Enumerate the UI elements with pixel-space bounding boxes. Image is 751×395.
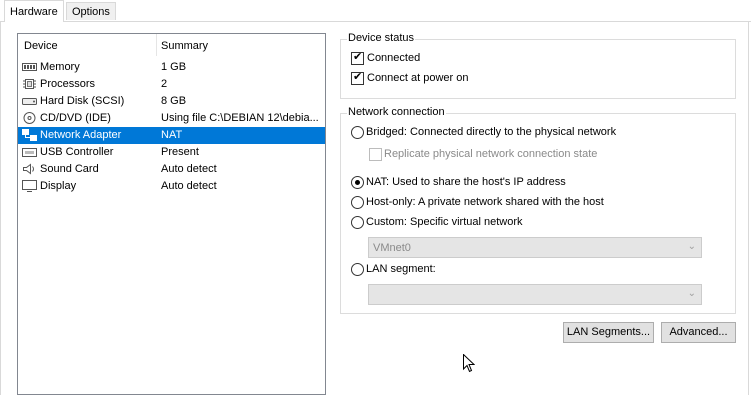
- lan-segment-radio[interactable]: [351, 263, 364, 276]
- hard-disk-icon: [22, 98, 37, 105]
- device-list[interactable]: Device Summary Memory 1 GB Processors 2 …: [17, 33, 326, 395]
- device-status-group: Device status: [340, 32, 736, 99]
- connect-at-power-on-checkbox[interactable]: ✔: [351, 71, 364, 85]
- device-name: Display: [40, 180, 77, 192]
- host-only-radio[interactable]: [351, 196, 364, 209]
- lan-segment-dropdown[interactable]: ⌄: [368, 284, 702, 305]
- connected-checkbox[interactable]: ✔: [351, 51, 364, 65]
- device-summary: 1 GB: [161, 61, 187, 73]
- device-row-display[interactable]: Display Auto detect: [18, 178, 325, 195]
- bridged-label[interactable]: Bridged: Connected directly to the physi…: [366, 126, 616, 138]
- column-header-device[interactable]: Device: [24, 40, 58, 52]
- nat-label[interactable]: NAT: Used to share the host's IP address: [366, 176, 566, 188]
- tab-strip-divider: [0, 21, 751, 22]
- custom-label[interactable]: Custom: Specific virtual network: [366, 216, 523, 228]
- custom-network-value: VMnet0: [373, 242, 411, 254]
- tab-hardware[interactable]: Hardware: [4, 0, 64, 22]
- host-only-label[interactable]: Host-only: A private network shared with…: [366, 196, 604, 208]
- processor-icon: [23, 79, 36, 89]
- display-icon: [22, 180, 37, 192]
- replicate-label[interactable]: Replicate physical network connection st…: [384, 148, 597, 160]
- connect-at-power-on-label[interactable]: Connect at power on: [367, 72, 469, 84]
- device-name: Network Adapter: [40, 129, 122, 141]
- column-header-summary[interactable]: Summary: [161, 40, 208, 52]
- device-row-hard-disk[interactable]: Hard Disk (SCSI) 8 GB: [18, 93, 325, 110]
- device-row-sound-card[interactable]: Sound Card Auto detect: [18, 161, 325, 178]
- custom-network-dropdown[interactable]: VMnet0 ⌄: [368, 237, 702, 258]
- bridged-radio[interactable]: [351, 126, 364, 139]
- page-border-left: [0, 21, 1, 395]
- device-name: CD/DVD (IDE): [40, 112, 111, 124]
- chevron-down-icon: ⌄: [687, 241, 696, 252]
- tab-options[interactable]: Options: [66, 2, 116, 20]
- chevron-down-icon: ⌄: [687, 288, 696, 299]
- device-summary: NAT: [161, 129, 183, 141]
- connected-label[interactable]: Connected: [367, 52, 420, 64]
- network-adapter-icon: [22, 129, 37, 141]
- cd-dvd-icon: [23, 112, 36, 124]
- device-name: Sound Card: [40, 163, 99, 175]
- sound-card-icon: [23, 163, 34, 175]
- lan-segments-button[interactable]: LAN Segments...: [563, 322, 654, 343]
- advanced-button[interactable]: Advanced...: [661, 322, 736, 343]
- device-list-header: Device Summary: [18, 34, 325, 58]
- device-name: USB Controller: [40, 146, 114, 158]
- device-row-cd-dvd[interactable]: CD/DVD (IDE) Using file C:\DEBIAN 12\deb…: [18, 110, 325, 127]
- device-summary: 8 GB: [161, 95, 187, 107]
- device-name: Memory: [40, 61, 80, 73]
- device-summary: Auto detect: [161, 163, 217, 175]
- memory-icon: [22, 63, 37, 71]
- device-row-processors[interactable]: Processors 2: [18, 76, 325, 93]
- device-row-usb-controller[interactable]: USB Controller Present: [18, 144, 325, 161]
- mouse-cursor-icon: [463, 354, 475, 373]
- device-row-network-adapter[interactable]: Network Adapter NAT: [18, 127, 325, 144]
- device-row-memory[interactable]: Memory 1 GB: [18, 59, 325, 76]
- device-name: Processors: [40, 78, 96, 90]
- device-summary: Present: [161, 146, 199, 158]
- device-summary: Using file C:\DEBIAN 12\debia...: [161, 112, 319, 124]
- column-separator[interactable]: [156, 34, 157, 56]
- replicate-checkbox[interactable]: [369, 148, 382, 161]
- device-summary: Auto detect: [161, 180, 217, 192]
- device-name: Hard Disk (SCSI): [40, 95, 125, 107]
- usb-icon: [22, 148, 37, 157]
- network-connection-title: Network connection: [347, 106, 446, 118]
- nat-radio[interactable]: [351, 176, 364, 189]
- lan-segment-label[interactable]: LAN segment:: [366, 263, 436, 275]
- custom-radio[interactable]: [351, 216, 364, 229]
- device-status-title: Device status: [347, 32, 416, 44]
- page-border-right: [748, 21, 749, 395]
- device-summary: 2: [161, 78, 168, 90]
